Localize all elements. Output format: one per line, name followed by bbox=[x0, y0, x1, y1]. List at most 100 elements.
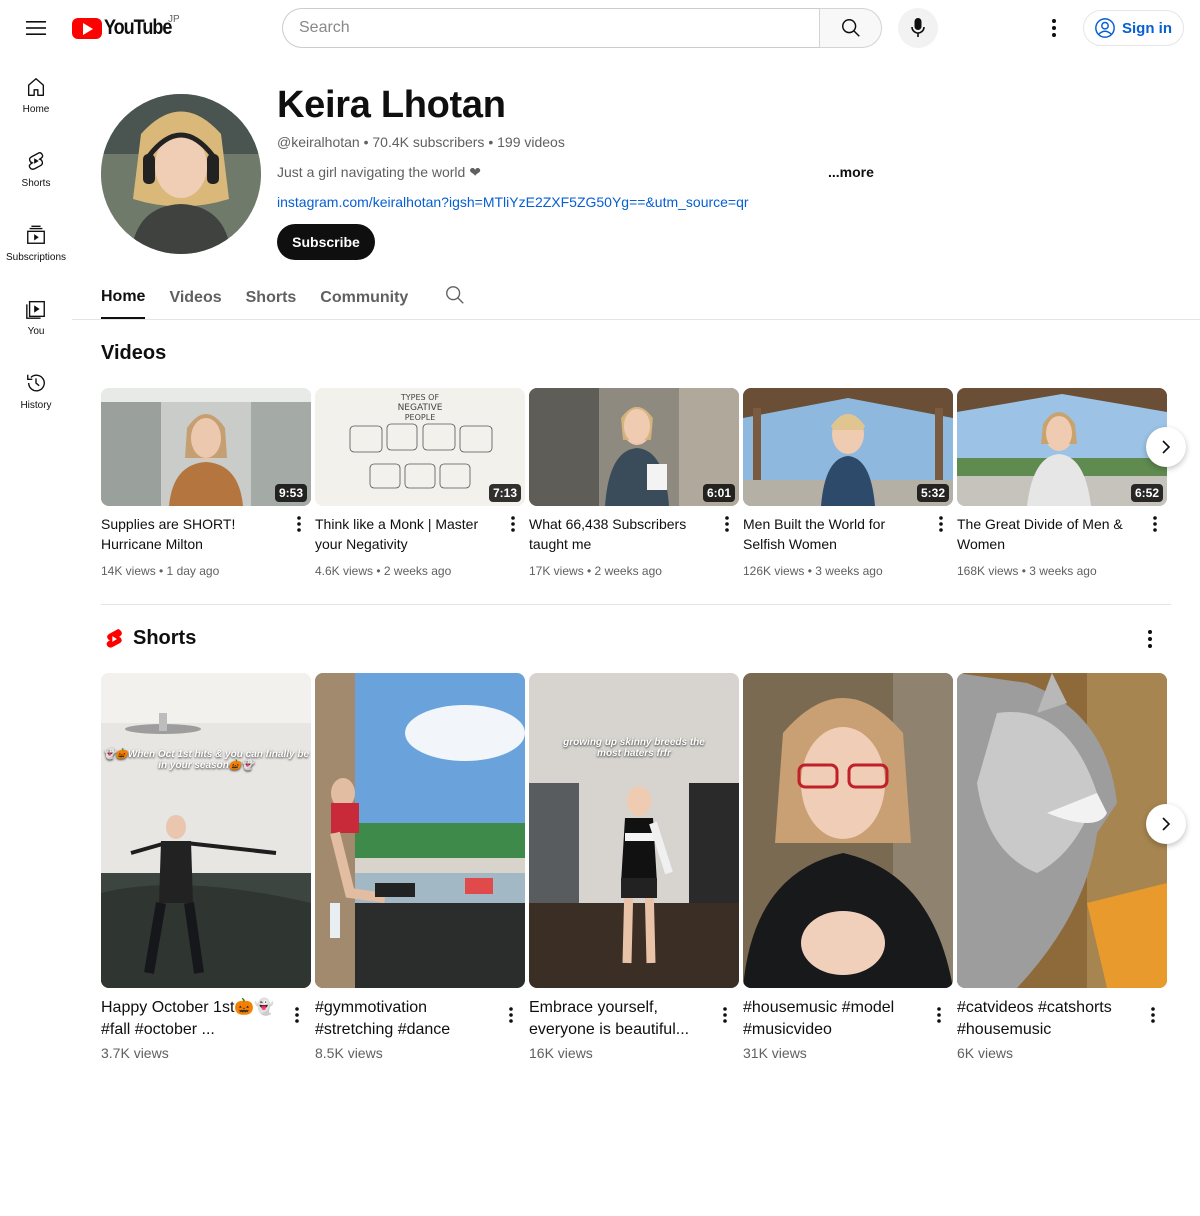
video-card: 6:52 The Great Divide of Men & Women 168… bbox=[957, 388, 1167, 578]
video-card: 5:32 Men Built the World for Selfish Wom… bbox=[743, 388, 953, 578]
short-title[interactable]: #catvideos #catshorts #housemusic bbox=[957, 997, 1137, 1041]
channel-avatar[interactable] bbox=[101, 94, 261, 254]
youtube-logo[interactable]: YouTube bbox=[72, 16, 182, 40]
chevron-right-icon bbox=[1162, 440, 1171, 454]
section-divider bbox=[101, 604, 1171, 605]
video-menu-button[interactable] bbox=[289, 512, 309, 536]
channel-search-button[interactable] bbox=[444, 284, 466, 311]
video-thumbnail[interactable]: 9:53 bbox=[101, 388, 311, 506]
short-menu-button[interactable] bbox=[287, 1003, 307, 1027]
short-menu-button[interactable] bbox=[501, 1003, 521, 1027]
region-code: JP bbox=[168, 14, 180, 25]
account-icon bbox=[1095, 18, 1115, 38]
videos-section-title: Videos bbox=[101, 342, 167, 364]
videos-next-button[interactable] bbox=[1146, 427, 1186, 467]
subscribe-button[interactable]: Subscribe bbox=[277, 224, 375, 260]
video-meta: 14K views • 1 day ago bbox=[101, 564, 220, 578]
svg-text:NEGATIVE: NEGATIVE bbox=[398, 403, 443, 413]
video-menu-button[interactable] bbox=[503, 512, 523, 536]
shorts-next-button[interactable] bbox=[1146, 804, 1186, 844]
sidebar-item-you[interactable]: You bbox=[0, 278, 72, 352]
sidebar-item-shorts[interactable]: Shorts bbox=[0, 130, 72, 204]
description-more-link[interactable]: ...more bbox=[828, 164, 874, 180]
short-thumbnail[interactable] bbox=[315, 673, 525, 988]
short-card: #gymmotivation #stretching #dance 8.5K v… bbox=[315, 673, 525, 1061]
shorts-icon bbox=[28, 151, 44, 170]
short-menu-button[interactable] bbox=[929, 1003, 949, 1027]
more-vert-icon bbox=[295, 1007, 299, 1023]
video-duration: 7:13 bbox=[488, 484, 521, 502]
more-vert-icon bbox=[1153, 516, 1157, 532]
logo-text: YouTube bbox=[104, 16, 172, 39]
sidebar-item-label: History bbox=[20, 400, 52, 411]
settings-menu-button[interactable] bbox=[1036, 10, 1072, 46]
video-title[interactable]: Supplies are SHORT! Hurricane Milton bbox=[101, 514, 281, 554]
sidebar-item-home[interactable]: Home bbox=[0, 56, 72, 130]
short-menu-button[interactable] bbox=[1143, 1003, 1163, 1027]
tab-shorts[interactable]: Shorts bbox=[246, 276, 297, 319]
short-card: growing up skinny breeds the most haters… bbox=[529, 673, 739, 1061]
search-input[interactable] bbox=[282, 8, 819, 48]
short-menu-button[interactable] bbox=[715, 1003, 735, 1027]
video-menu-button[interactable] bbox=[717, 512, 737, 536]
video-thumbnail[interactable]: 6:52 bbox=[957, 388, 1167, 506]
short-thumbnail[interactable] bbox=[957, 673, 1167, 988]
video-card: TYPES OF NEGATIVE PEOPLE 7:13 Think like a… bbox=[315, 388, 525, 578]
short-title[interactable]: #housemusic #model #musicvideo bbox=[743, 997, 923, 1041]
youtube-play-icon bbox=[72, 17, 102, 39]
tab-videos[interactable]: Videos bbox=[169, 276, 221, 319]
video-title[interactable]: Think like a Monk | Master your Negativi… bbox=[315, 514, 495, 554]
short-overlay-text: 👻🎃When Oct 1st hits & you can finally be… bbox=[102, 749, 310, 771]
sidebar: Home Shorts Subscriptions You History bbox=[0, 56, 72, 426]
tab-home[interactable]: Home bbox=[101, 276, 146, 319]
video-card: 9:53 Supplies are SHORT! Hurricane Milto… bbox=[101, 388, 311, 578]
more-vert-icon bbox=[723, 1007, 727, 1023]
short-card: #housemusic #model #musicvideo 31K views bbox=[743, 673, 953, 1061]
channel-tabs: Home Videos Shorts Community bbox=[101, 276, 432, 320]
sign-in-button[interactable]: Sign in bbox=[1083, 10, 1184, 46]
microphone-icon bbox=[911, 18, 925, 37]
video-duration: 5:32 bbox=[916, 484, 949, 502]
video-thumbnail[interactable]: 5:32 bbox=[743, 388, 953, 506]
video-menu-button[interactable] bbox=[931, 512, 951, 536]
home-icon bbox=[27, 78, 45, 96]
voice-search-button[interactable] bbox=[898, 8, 938, 48]
search-icon bbox=[446, 286, 464, 304]
sidebar-item-label: Subscriptions bbox=[5, 252, 67, 263]
video-meta: 17K views • 2 weeks ago bbox=[529, 564, 662, 578]
search-button[interactable] bbox=[819, 8, 882, 48]
sidebar-item-history[interactable]: History bbox=[0, 352, 72, 426]
short-title[interactable]: Embrace yourself, everyone is beautiful.… bbox=[529, 997, 709, 1041]
video-title[interactable]: What 66,438 Subscribers taught me bbox=[529, 514, 709, 554]
short-title[interactable]: #gymmotivation #stretching #dance bbox=[315, 997, 495, 1041]
video-meta: 168K views • 3 weeks ago bbox=[957, 564, 1097, 578]
video-title[interactable]: Men Built the World for Selfish Women bbox=[743, 514, 923, 554]
more-vert-icon bbox=[725, 516, 729, 532]
more-vert-icon bbox=[1052, 19, 1056, 37]
channel-description[interactable]: Just a girl navigating the world ❤ bbox=[277, 164, 481, 181]
short-title[interactable]: Happy October 1st🎃👻 #fall #october ... bbox=[101, 997, 281, 1041]
video-thumbnail[interactable]: 6:01 bbox=[529, 388, 739, 506]
video-thumbnail[interactable]: TYPES OF NEGATIVE PEOPLE 7:13 bbox=[315, 388, 525, 506]
sidebar-item-subscriptions[interactable]: Subscriptions bbox=[0, 204, 72, 278]
svg-text:PEOPLE: PEOPLE bbox=[405, 413, 436, 422]
more-vert-icon bbox=[1148, 630, 1152, 648]
tab-community[interactable]: Community bbox=[320, 276, 408, 319]
channel-meta: @keiralhotan • 70.4K subscribers • 199 v… bbox=[277, 134, 565, 150]
short-meta: 31K views bbox=[743, 1045, 807, 1061]
video-duration: 6:01 bbox=[702, 484, 735, 502]
channel-external-link[interactable]: instagram.com/keiralhotan?igsh=MTliYzE2Z… bbox=[277, 194, 749, 210]
short-thumbnail[interactable]: 👻🎃When Oct 1st hits & you can finally be… bbox=[101, 673, 311, 988]
short-thumbnail[interactable]: growing up skinny breeds the most haters… bbox=[529, 673, 739, 988]
channel-name: Keira Lhotan bbox=[277, 84, 506, 126]
shorts-section-title: Shorts bbox=[133, 627, 197, 649]
more-vert-icon bbox=[937, 1007, 941, 1023]
subscriptions-icon bbox=[27, 225, 45, 244]
video-meta: 126K views • 3 weeks ago bbox=[743, 564, 883, 578]
video-title[interactable]: The Great Divide of Men & Women bbox=[957, 514, 1137, 554]
video-menu-button[interactable] bbox=[1145, 512, 1165, 536]
short-thumbnail[interactable] bbox=[743, 673, 953, 988]
menu-icon[interactable] bbox=[18, 10, 54, 46]
svg-text:TYPES OF: TYPES OF bbox=[400, 393, 440, 402]
shorts-section-menu-button[interactable] bbox=[1140, 628, 1160, 650]
